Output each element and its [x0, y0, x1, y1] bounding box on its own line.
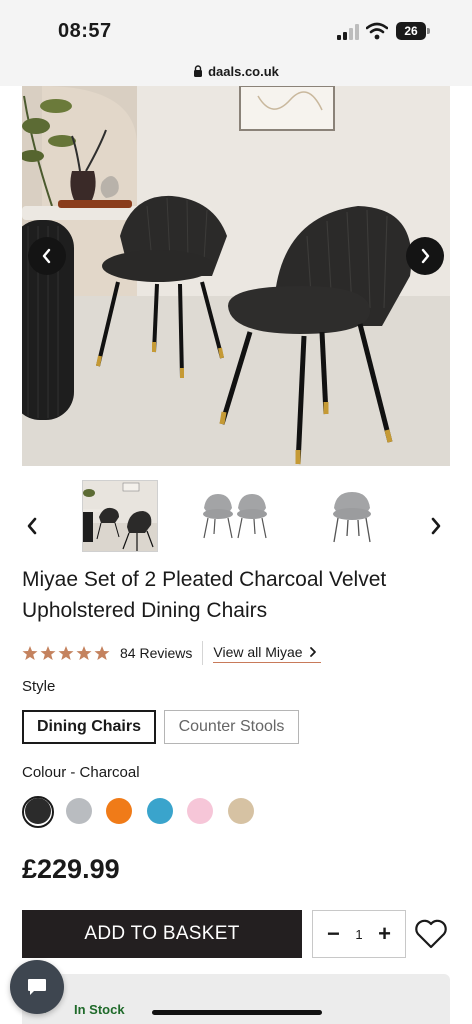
signal-icon: [337, 24, 359, 40]
chat-button[interactable]: [10, 960, 64, 1014]
quantity-decrement-button[interactable]: −: [327, 923, 340, 945]
chevron-right-icon: [421, 248, 430, 264]
thumbnail-room-scene-image: [83, 481, 157, 551]
hero-next-button[interactable]: [406, 237, 444, 275]
lock-icon: [194, 65, 203, 77]
rating-row: 84 Reviews View all Miyae: [22, 640, 321, 666]
stock-status: In Stock: [74, 1002, 125, 1017]
divider: [202, 641, 204, 665]
star-rating: [22, 645, 110, 661]
star-icon: [40, 646, 56, 660]
style-option-dining-chairs[interactable]: Dining Chairs: [22, 710, 156, 744]
status-time: 08:57: [58, 20, 112, 42]
colour-swatch-beige[interactable]: [227, 798, 254, 824]
product-price: £229.99: [22, 854, 120, 884]
quantity-value[interactable]: 1: [355, 927, 362, 942]
colour-swatch-teal[interactable]: [146, 798, 173, 824]
thumbnail-pair-front[interactable]: [198, 480, 274, 552]
colour-swatch-pink[interactable]: [187, 798, 213, 824]
thumbnail-single-front[interactable]: [314, 480, 390, 552]
product-hero-image[interactable]: [22, 86, 450, 466]
wifi-icon: [366, 22, 388, 40]
status-bar: 08:57 26: [0, 0, 472, 56]
star-icon: [22, 646, 38, 660]
quantity-increment-button[interactable]: +: [378, 923, 391, 945]
quantity-stepper: − 1 +: [312, 910, 406, 958]
add-to-basket-button[interactable]: ADD TO BASKET: [22, 910, 302, 958]
chat-bubble-icon: [28, 979, 46, 995]
thumbnails-prev-button[interactable]: [24, 516, 40, 536]
star-icon: [94, 646, 110, 660]
star-icon: [58, 646, 74, 660]
url-text: daals.co.uk: [208, 63, 279, 79]
address-bar[interactable]: daals.co.uk: [0, 56, 472, 86]
colour-swatch-grey[interactable]: [65, 798, 92, 824]
dining-scene-illustration: [22, 86, 450, 466]
colour-swatch-orange[interactable]: [106, 798, 132, 824]
hero-prev-button[interactable]: [28, 237, 66, 275]
colour-label: Colour - Charcoal: [22, 764, 140, 781]
heart-icon[interactable]: [414, 918, 448, 950]
thumbnail-pair-front-image: [198, 480, 274, 552]
chevron-left-icon: [27, 517, 37, 535]
style-label: Style: [22, 678, 56, 695]
thumbnails-next-button[interactable]: [428, 516, 444, 536]
thumbnail-room-scene[interactable]: [82, 480, 158, 552]
thumbnail-single-front-image: [314, 480, 390, 552]
home-indicator: [152, 1010, 322, 1015]
colour-swatch-charcoal[interactable]: [25, 798, 51, 824]
chevron-right-icon: [431, 517, 441, 535]
thumbnail-carousel: [0, 478, 472, 554]
chevron-right-icon: [309, 646, 316, 657]
reviews-link[interactable]: 84 Reviews: [120, 645, 192, 661]
battery-level: 26: [396, 22, 426, 40]
view-all-label: View all Miyae: [213, 643, 303, 660]
chevron-left-icon: [42, 248, 51, 264]
star-icon: [76, 646, 92, 660]
product-title: Miyae Set of 2 Pleated Charcoal Velvet U…: [22, 568, 387, 622]
battery-icon: 26: [396, 22, 430, 40]
style-option-counter-stools[interactable]: Counter Stools: [164, 710, 299, 744]
view-all-link[interactable]: View all Miyae: [213, 643, 321, 663]
